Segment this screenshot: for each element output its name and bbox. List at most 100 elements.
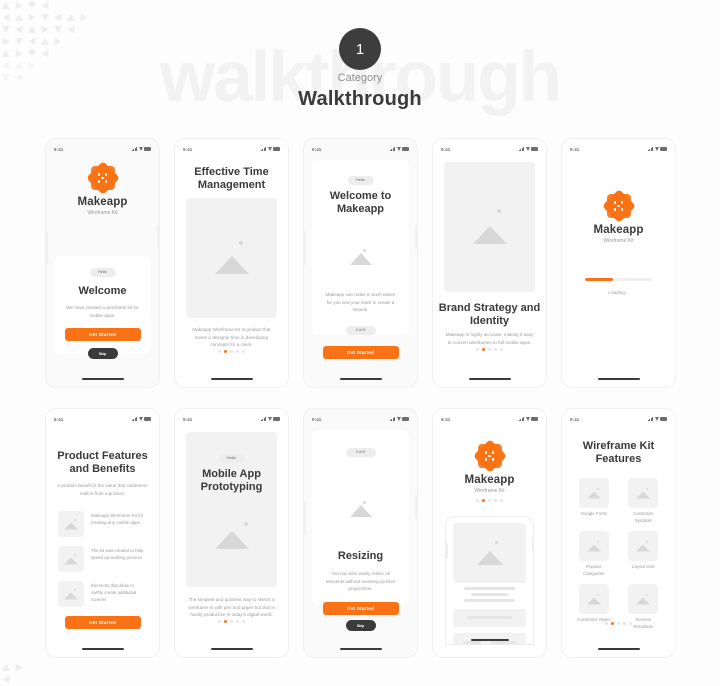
screen-title: Effective Time Management xyxy=(194,166,269,192)
status-bar: 9:41 xyxy=(433,414,546,424)
get-started-button[interactable]: Get Started xyxy=(64,616,141,629)
step-pill-wrap: 3 of 5 xyxy=(312,326,409,335)
status-bar: 9:41 xyxy=(304,414,417,424)
welcome-title: Welcome xyxy=(78,285,127,297)
step-pill-wrap: 3 of 5 xyxy=(312,448,409,457)
phone-screen-welcome[interactable]: 9:41 Makeapp Wireframe Kit Hello Welcome… xyxy=(45,138,160,388)
status-icons xyxy=(647,416,667,422)
triangle-glyph xyxy=(28,26,36,33)
brand-subtitle: Wireframe Kit xyxy=(603,238,634,244)
get-started-button[interactable]: Get Started xyxy=(322,602,399,615)
triangle-glyph xyxy=(2,664,10,671)
phone-screen-welcome-to-makeapp[interactable]: 9:41 Hello Welcome to Makeapp Makeapp ca… xyxy=(303,138,418,388)
preview-home-indicator xyxy=(470,638,509,641)
grid-item[interactable]: Google Fonts xyxy=(576,478,612,524)
wifi-icon xyxy=(138,416,143,421)
phone-screen-effective-time-management[interactable]: 9:41 Effective Time Management Makeapp W… xyxy=(174,138,289,388)
phone-screen-product-features-and-benefits[interactable]: 9:41 Product Features and Benefits A pro… xyxy=(45,408,160,658)
screen-title: Product Features and Benefits xyxy=(57,450,148,476)
welcome-body: We have created a wireframe kit for mobi… xyxy=(66,305,139,318)
welcome-card: Hello Welcome We have created a wirefram… xyxy=(54,256,151,354)
brand-subtitle: Wireframe Kit xyxy=(87,210,118,216)
mountain-icon xyxy=(476,550,503,565)
list-item: Makeapp Wireframe Kit for creating any m… xyxy=(58,511,147,537)
brand-block: Makeapp Wireframe Kit xyxy=(46,161,159,216)
screen-title: Welcome to Makeapp xyxy=(329,190,392,216)
triangle-glyph xyxy=(15,663,23,672)
mountain-icon xyxy=(214,531,249,549)
grid-item[interactable]: Popular Categories xyxy=(576,531,612,577)
feature-list: Makeapp Wireframe Kit for creating any m… xyxy=(58,511,147,616)
battery-icon xyxy=(402,147,409,152)
preview-text-line xyxy=(464,587,515,590)
triangle-glyph xyxy=(28,2,36,9)
hello-pill-wrap: Hello xyxy=(175,454,288,463)
status-bar: 9:41 xyxy=(46,144,159,154)
body-block: A product benefit is the value that cust… xyxy=(46,482,159,497)
status-bar: 9:41 xyxy=(562,414,675,424)
cta-wrap: Get Started xyxy=(312,602,409,615)
signal-icon xyxy=(389,146,395,152)
screen-title: Wireframe Kit Features xyxy=(582,440,655,466)
signal-icon xyxy=(647,146,653,152)
wifi-icon xyxy=(267,416,272,421)
pagination-dots[interactable] xyxy=(175,349,288,353)
home-indicator xyxy=(597,377,640,380)
wifi-icon xyxy=(525,146,530,151)
triangle-glyph xyxy=(54,13,62,22)
image-placeholder xyxy=(186,198,277,318)
signal-icon xyxy=(647,416,653,422)
pagination-dots[interactable] xyxy=(433,347,546,351)
get-started-button[interactable]: Get Started xyxy=(64,327,141,341)
step-indicator-pill: 3 of 5 xyxy=(345,448,376,457)
status-time: 9:41 xyxy=(183,146,193,152)
phone-screen-wireframe-kit-features[interactable]: 9:41 Wireframe Kit Features Google Fonts xyxy=(561,408,676,658)
phone-screen-resizing[interactable]: 9:41 3 of 5 Resizing You can also easily… xyxy=(303,408,418,658)
skip-button[interactable]: Skip xyxy=(87,348,118,359)
status-time: 9:41 xyxy=(312,416,322,422)
feature-label: Makeapp Wireframe Kit for creating any m… xyxy=(91,513,144,526)
grid-item[interactable]: Layout Grid xyxy=(626,531,662,577)
triangle-glyph xyxy=(28,13,36,22)
feature-label: Layout Grid xyxy=(631,564,655,570)
wifi-icon xyxy=(138,146,143,151)
screen-body: The simplest and quickest way to sketch … xyxy=(188,597,275,618)
home-indicator xyxy=(597,647,640,650)
triangle-glyph xyxy=(2,13,10,22)
get-started-button[interactable]: Get Started xyxy=(322,346,399,359)
feature-thumbnail xyxy=(628,531,659,562)
hello-pill: Hello xyxy=(218,454,245,463)
title-wrap: Brand Strategy and Identity xyxy=(433,302,546,329)
grid-item[interactable]: Customize Symbols xyxy=(626,478,662,524)
wifi-icon xyxy=(654,146,659,151)
wifi-icon xyxy=(267,146,272,151)
brand-block: Makeapp Wireframe Kit xyxy=(562,189,675,244)
triangle-glyph xyxy=(2,26,10,33)
image-placeholder xyxy=(444,162,535,292)
pagination-dots[interactable] xyxy=(433,499,546,503)
skip-button[interactable]: Skip xyxy=(345,620,376,631)
cta-wrap: Get Started xyxy=(46,616,159,629)
status-icons xyxy=(131,146,151,152)
wifi-icon xyxy=(654,416,659,421)
preview-text-line xyxy=(491,641,516,644)
status-bar: 9:41 xyxy=(562,144,675,154)
pagination-dots[interactable] xyxy=(562,621,675,625)
phone-screen-mobile-app-prototyping[interactable]: 9:41 Hello Mobile App Prototyping The si… xyxy=(174,408,289,658)
feature-thumbnail xyxy=(578,584,609,615)
battery-icon xyxy=(144,147,151,152)
status-icons xyxy=(389,416,409,422)
status-bar: 9:41 xyxy=(175,144,288,154)
status-bar: 9:41 xyxy=(433,144,546,154)
walkthrough-page: walkthrough 1 Category Walkthrough 9:41 xyxy=(0,0,720,686)
screen-content: Wireframe Kit Features Google Fonts Cust… xyxy=(562,426,675,643)
triangle-glyph xyxy=(67,25,75,34)
phone-screen-makeapp-preview[interactable]: 9:41 Makeapp Wireframe Kit xyxy=(432,408,547,658)
phone-screen-brand-strategy-and-identity[interactable]: 9:41 Brand Strategy and Identity Makeapp… xyxy=(432,138,547,388)
screen-body: Makeapp can make it much easier for you … xyxy=(325,292,396,313)
status-time: 9:41 xyxy=(570,146,580,152)
preview-hero-image xyxy=(453,523,526,583)
phone-screen-loading[interactable]: 9:41 Makeapp Wireframe Kit Loading... xyxy=(561,138,676,388)
feature-label: Customize Symbols xyxy=(632,511,654,523)
pagination-dots[interactable] xyxy=(175,619,288,623)
